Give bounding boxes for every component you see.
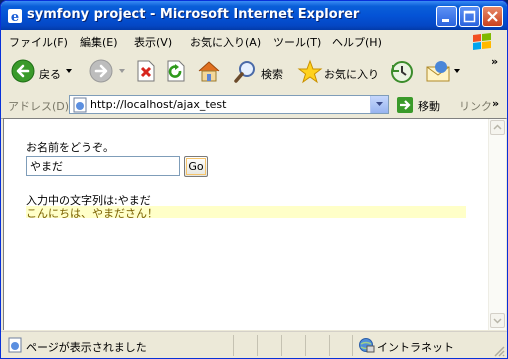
- forward-arrow-icon: [89, 59, 113, 83]
- page-icon: [73, 97, 87, 113]
- links-label[interactable]: リンク: [459, 98, 492, 114]
- minimize-icon: [442, 19, 449, 22]
- menu-favorites[interactable]: お気に入り(A): [190, 34, 261, 50]
- greeting-text: こんにちは、やまださん！: [26, 207, 158, 220]
- search-label: 検索: [261, 68, 283, 81]
- back-arrow-icon: [11, 59, 35, 83]
- search-icon: [234, 61, 255, 83]
- mail-icon: [426, 61, 450, 82]
- mail-dropdown-icon: [454, 69, 460, 73]
- minimize-button[interactable]: [436, 6, 457, 27]
- browser-window: e symfony project - Microsoft Internet E…: [0, 0, 508, 359]
- title-bar[interactable]: e symfony project - Microsoft Internet E…: [1, 1, 507, 30]
- page-done-icon: [8, 337, 22, 353]
- name-prompt: お名前をどうぞ。: [26, 141, 114, 154]
- home-button[interactable]: [196, 59, 222, 85]
- chevron-up-icon: [493, 124, 502, 130]
- menu-file[interactable]: ファイル(F): [9, 34, 68, 50]
- back-button[interactable]: 戻る: [11, 59, 75, 85]
- status-divider: [233, 335, 234, 356]
- back-dropdown-icon: [66, 69, 72, 73]
- address-label: アドレス(D): [8, 100, 70, 113]
- status-bar: ページが表示されました イントラネット: [1, 331, 507, 358]
- status-divider: [305, 335, 306, 356]
- zone-text: イントラネット: [377, 341, 454, 354]
- forward-dropdown-icon: [119, 69, 125, 73]
- toolbar-overflow-chevron[interactable]: »: [491, 55, 498, 68]
- favorites-button[interactable]: お気に入り: [297, 59, 379, 85]
- history-icon: [391, 61, 413, 83]
- menu-view[interactable]: 表示(V): [134, 34, 172, 50]
- status-text: ページが表示されました: [26, 341, 147, 354]
- address-input[interactable]: http://localhost/ajax_test: [69, 95, 389, 114]
- status-divider: [281, 335, 282, 356]
- refresh-icon: [167, 60, 185, 82]
- close-button[interactable]: [482, 6, 503, 27]
- search-button[interactable]: 検索: [233, 59, 291, 85]
- favorites-star-icon: [297, 59, 323, 84]
- vertical-scrollbar[interactable]: [488, 119, 506, 330]
- stop-button[interactable]: [135, 59, 159, 85]
- menu-bar: ファイル(F) 編集(E) 表示(V) お気に入り(A) ツール(T) ヘルプ(…: [1, 30, 507, 53]
- favorites-label: お気に入り: [324, 68, 379, 81]
- go-label: 移動: [418, 100, 440, 113]
- standard-toolbar: 戻る 検索 お気に入り »: [1, 52, 507, 93]
- maximize-button[interactable]: [459, 6, 480, 27]
- address-bar: アドレス(D) http://localhost/ajax_test 移動 リン…: [1, 92, 507, 119]
- scroll-up-button[interactable]: [490, 120, 505, 135]
- links-overflow-chevron[interactable]: »: [492, 97, 499, 110]
- forward-button[interactable]: [89, 59, 127, 85]
- close-icon: [487, 11, 498, 22]
- history-button[interactable]: [389, 59, 415, 85]
- page-content: お名前をどうぞ。 Go 入力中の文字列は:やまだ こんにちは、やまださん！: [3, 118, 506, 330]
- home-icon: [198, 61, 220, 82]
- menu-help[interactable]: ヘルプ(H): [332, 34, 382, 50]
- svg-text:e: e: [11, 10, 19, 24]
- status-divider: [257, 335, 258, 356]
- intranet-zone-icon: [359, 338, 375, 353]
- address-url: http://localhost/ajax_test: [90, 98, 227, 111]
- name-input[interactable]: [26, 156, 180, 176]
- status-divider: [329, 335, 330, 356]
- address-dropdown-button[interactable]: [370, 96, 388, 113]
- refresh-button[interactable]: [165, 59, 189, 85]
- maximize-icon: [463, 10, 476, 23]
- back-label: 戻る: [39, 68, 61, 81]
- resize-grip-icon[interactable]: [493, 345, 505, 357]
- go-navigate-button[interactable]: 移動: [396, 96, 450, 114]
- go-submit-button[interactable]: Go: [184, 156, 208, 177]
- menu-tools[interactable]: ツール(T): [273, 34, 321, 50]
- go-arrow-icon: [397, 97, 413, 113]
- mail-button[interactable]: [425, 59, 461, 85]
- window-title: symfony project - Microsoft Internet Exp…: [27, 7, 360, 22]
- scroll-down-button[interactable]: [490, 313, 505, 328]
- status-divider: [352, 335, 353, 356]
- chevron-down-icon: [376, 102, 383, 106]
- stop-icon: [137, 60, 155, 82]
- ie-app-icon: e: [8, 9, 22, 24]
- menu-edit[interactable]: 編集(E): [80, 34, 118, 50]
- chevron-down-icon: [493, 318, 502, 324]
- windows-logo-icon: [467, 31, 497, 52]
